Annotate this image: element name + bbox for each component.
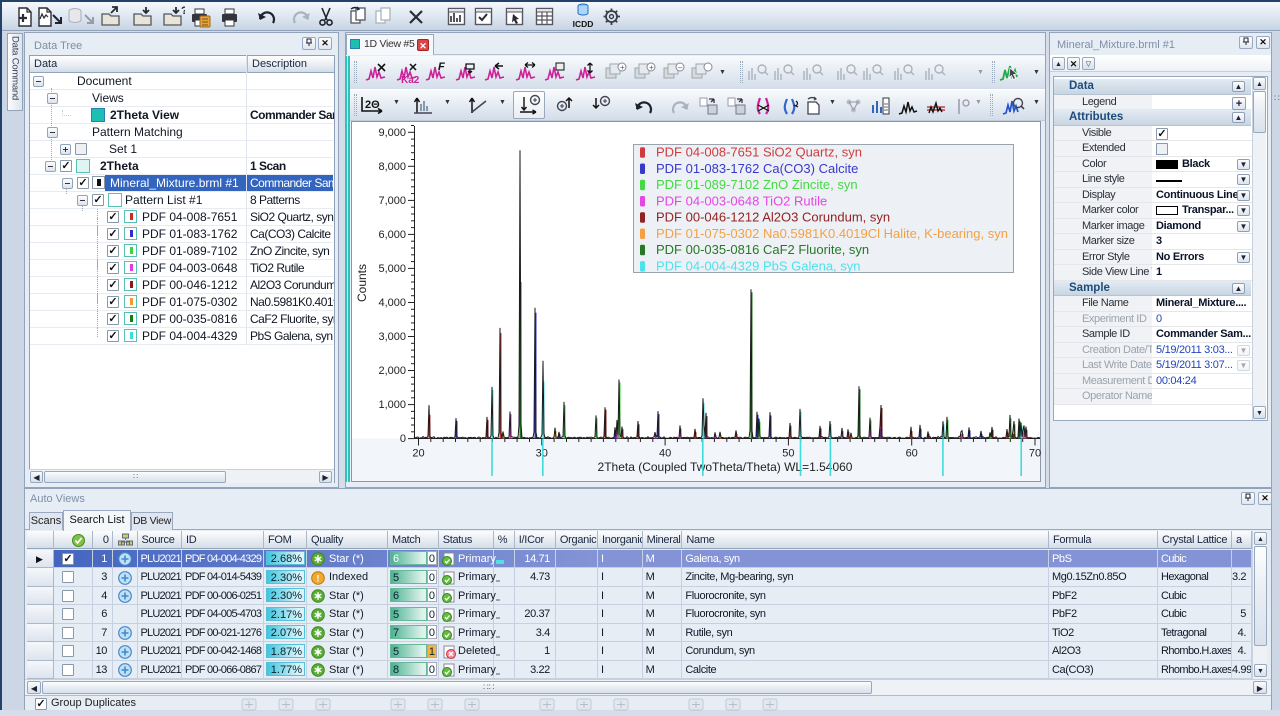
svg-text:PDF 00-046-1212 Al2O3 Corundum: PDF 00-046-1212 Al2O3 Corundum, syn — [656, 210, 890, 225]
svg-text:PDF 04-003-0648 TiO2 Rutile: PDF 04-003-0648 TiO2 Rutile — [656, 193, 827, 208]
svg-text:0: 0 — [400, 433, 406, 445]
svg-text:3,000: 3,000 — [378, 331, 406, 343]
svg-text:30: 30 — [536, 448, 548, 460]
svg-text:–: – — [678, 63, 683, 72]
svg-text:50: 50 — [782, 448, 794, 460]
svg-text:?: ? — [181, 5, 185, 17]
svg-text:4,000: 4,000 — [378, 297, 406, 309]
svg-text:7,000: 7,000 — [378, 195, 406, 207]
svg-text:F: F — [438, 61, 445, 73]
svg-text:Ka2: Ka2 — [401, 75, 420, 86]
svg-text:2,000: 2,000 — [378, 365, 406, 377]
svg-text:1,000: 1,000 — [378, 399, 406, 411]
svg-text:!: ! — [317, 573, 320, 583]
svg-text:20: 20 — [412, 448, 424, 460]
svg-text:PDF 01-089-7102 ZnO Zincite, s: PDF 01-089-7102 ZnO Zincite, syn — [656, 177, 858, 192]
svg-text:40: 40 — [659, 448, 671, 460]
svg-text:PDF 04-004-4329 PbS Galena, sy: PDF 04-004-4329 PbS Galena, syn — [656, 258, 861, 273]
svg-text:2Theta (Coupled TwoTheta/Theta: 2Theta (Coupled TwoTheta/Theta) WL=1.540… — [598, 460, 853, 474]
svg-text:PDF 01-083-1762 Ca(CO3) Calcit: PDF 01-083-1762 Ca(CO3) Calcite — [656, 161, 858, 176]
svg-text:+: + — [620, 63, 625, 72]
svg-text:PDF 00-035-0816 CaF2 Fluorite,: PDF 00-035-0816 CaF2 Fluorite, syn — [656, 242, 869, 257]
svg-text:70: 70 — [1029, 448, 1041, 460]
svg-text:Counts: Counts — [355, 264, 369, 302]
svg-text:PDF 01-075-0302 Na0.5981K0.401: PDF 01-075-0302 Na0.5981K0.4019Cl Halite… — [656, 226, 1008, 241]
svg-text:9,000: 9,000 — [378, 127, 406, 139]
svg-text:+: + — [649, 63, 654, 72]
svg-text:8,000: 8,000 — [378, 161, 406, 173]
svg-text:2Θ: 2Θ — [365, 99, 380, 111]
svg-text:5,000: 5,000 — [378, 263, 406, 275]
svg-text:60: 60 — [906, 448, 918, 460]
svg-text:PDF 04-008-7651 SiO2 Quartz, s: PDF 04-008-7651 SiO2 Quartz, syn — [656, 145, 862, 160]
svg-text:6,000: 6,000 — [378, 229, 406, 241]
